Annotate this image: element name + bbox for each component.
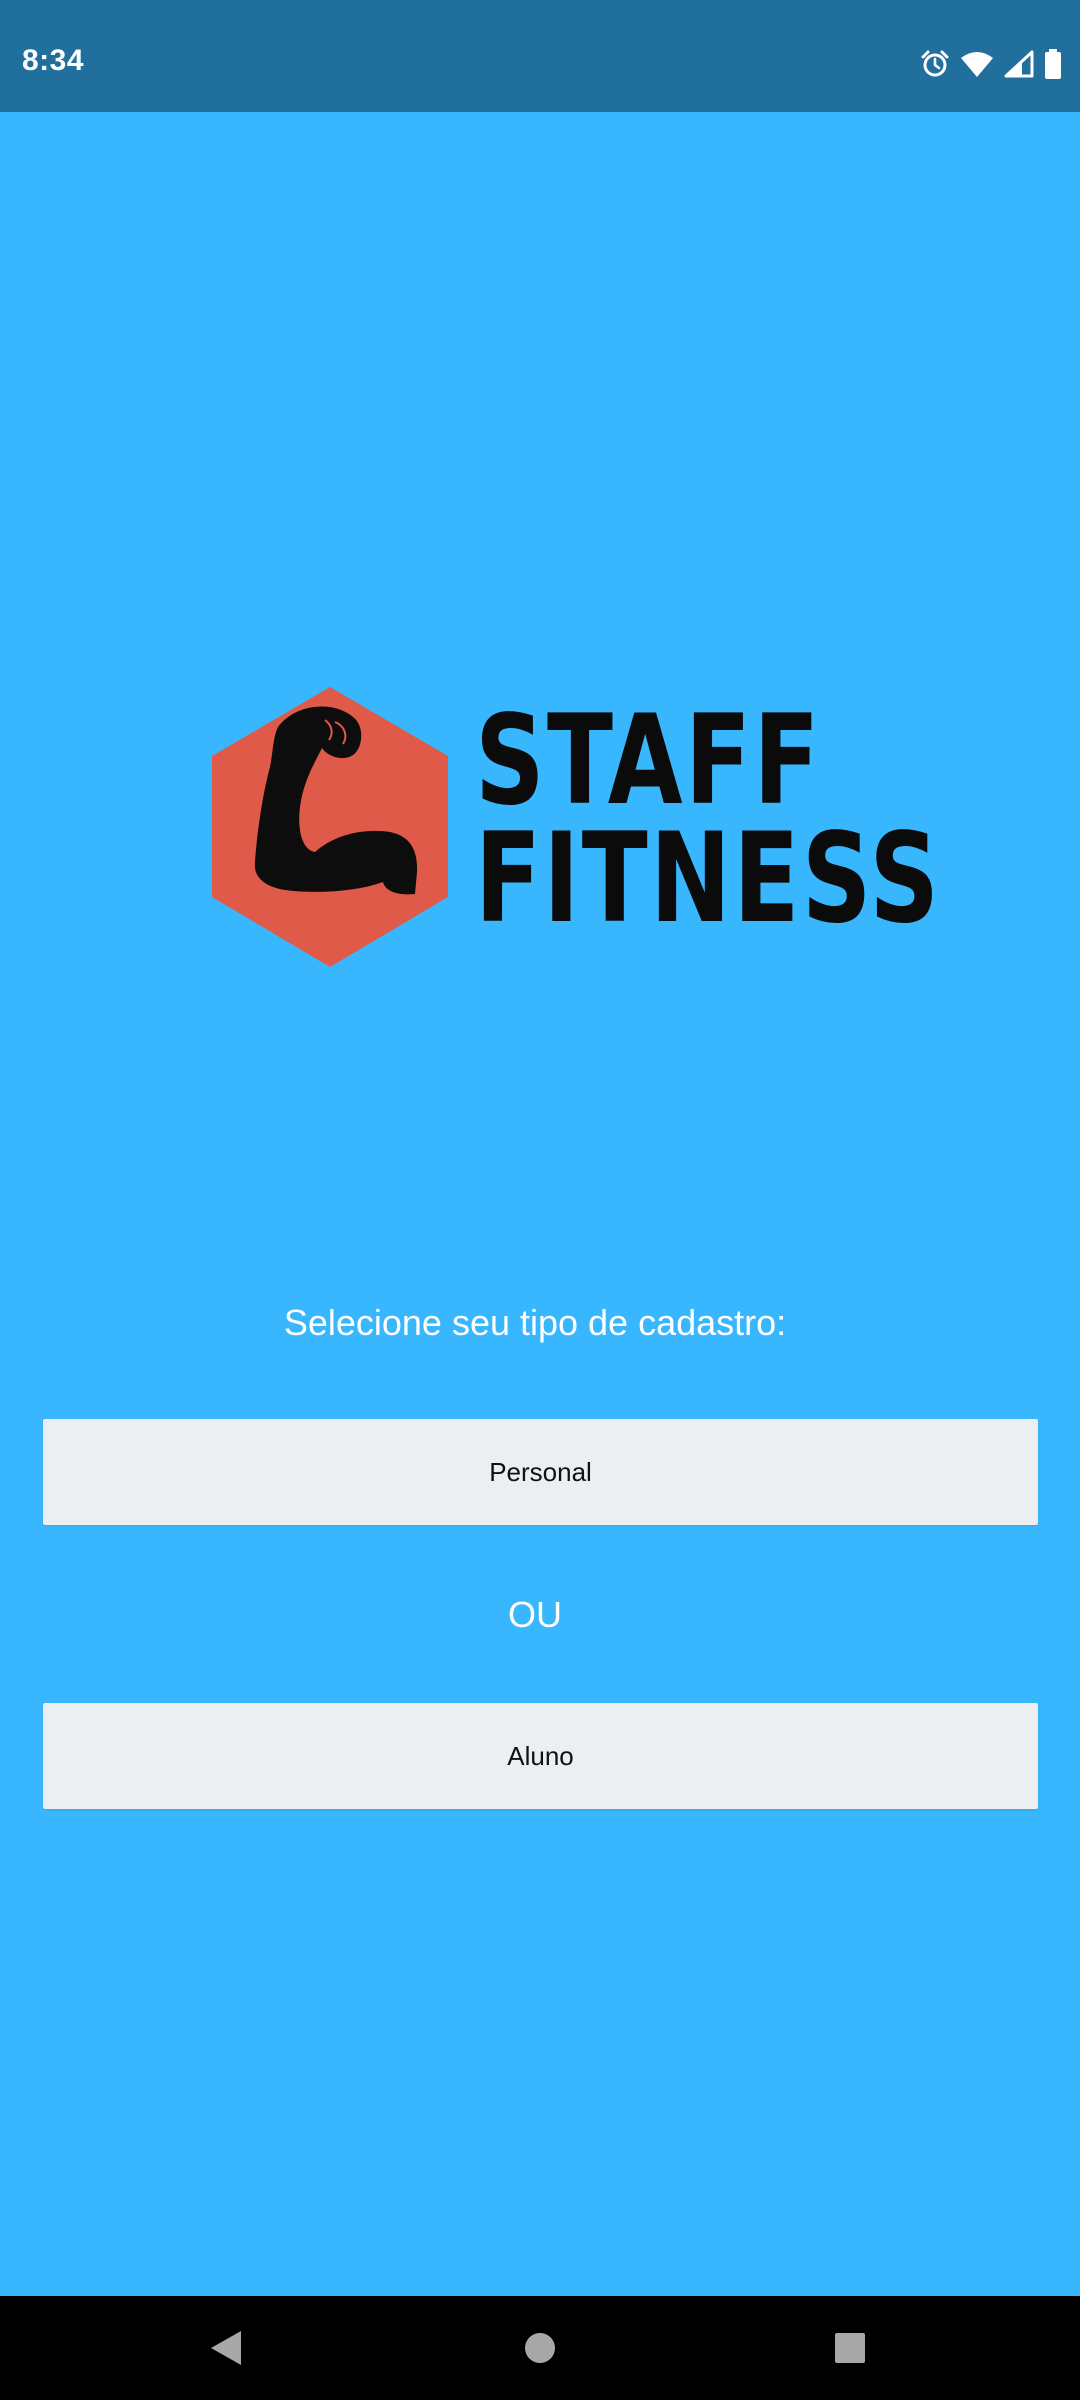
- logo-line-staff: STAFF: [475, 689, 822, 833]
- battery-icon: [1044, 49, 1062, 79]
- logo-hexagon-biceps-icon: [212, 687, 448, 967]
- app-logo: STAFF FITNESS: [205, 682, 939, 972]
- screen-content: STAFF FITNESS: [0, 112, 1080, 2296]
- personal-button[interactable]: Personal: [43, 1419, 1038, 1525]
- registration-type-prompt: Selecione seu tipo de cadastro:: [283, 1302, 787, 1343]
- alarm-icon: [920, 49, 950, 79]
- recents-icon[interactable]: [790, 2296, 910, 2400]
- back-icon[interactable]: [166, 2296, 286, 2400]
- wifi-icon: [960, 50, 994, 78]
- status-bar: 8:34: [0, 0, 1080, 112]
- home-icon[interactable]: [480, 2296, 600, 2400]
- status-time: 8:34: [22, 44, 85, 77]
- navigation-bar: [0, 2296, 1080, 2400]
- signal-icon: [1004, 50, 1034, 78]
- or-separator: OU: [508, 1594, 562, 1635]
- logo-line-fitness: FITNESS: [475, 807, 942, 951]
- logo-text: STAFF FITNESS: [475, 689, 942, 951]
- aluno-button[interactable]: Aluno: [43, 1703, 1038, 1809]
- status-icons: [920, 46, 1062, 82]
